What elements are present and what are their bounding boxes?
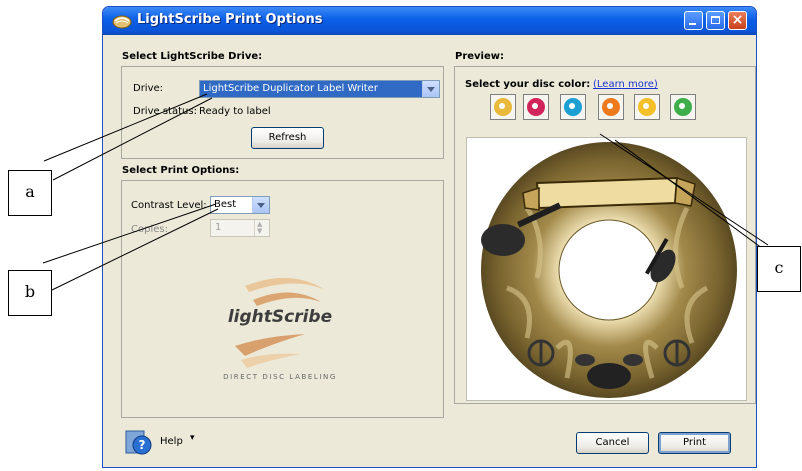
minimize-button[interactable] bbox=[684, 11, 703, 30]
disc-preview-area bbox=[466, 137, 747, 401]
disc-icon bbox=[602, 98, 620, 116]
callout-b: b bbox=[8, 270, 52, 316]
drive-label: Drive: bbox=[133, 83, 164, 94]
contrast-level-value: Best bbox=[214, 199, 237, 210]
maximize-icon bbox=[711, 16, 720, 24]
disc-color-label: Select your disc color: bbox=[465, 79, 591, 90]
close-icon: × bbox=[731, 12, 744, 28]
disc-preview-image bbox=[481, 142, 737, 398]
callout-c: c bbox=[757, 246, 801, 292]
disc-color-orange[interactable] bbox=[598, 94, 624, 120]
dropdown-arrow-icon[interactable]: ▾ bbox=[190, 433, 195, 443]
arrow-down-icon[interactable]: ▼ bbox=[257, 228, 262, 235]
chevron-down-icon[interactable] bbox=[252, 197, 269, 213]
disc-icon bbox=[527, 98, 545, 116]
help-icon[interactable]: ? bbox=[124, 428, 154, 456]
chevron-down-icon[interactable] bbox=[422, 81, 439, 97]
disc-center-hole bbox=[558, 219, 660, 321]
maximize-button[interactable] bbox=[706, 11, 725, 30]
stepper-arrows[interactable]: ▲ ▼ bbox=[254, 220, 269, 236]
callout-a: a bbox=[8, 170, 52, 216]
disc-icon bbox=[674, 98, 692, 116]
learn-more-link[interactable]: (Learn more) bbox=[593, 79, 658, 90]
disc-color-blue[interactable] bbox=[560, 94, 586, 120]
preview-heading: Preview: bbox=[455, 51, 505, 62]
window-title: LightScribe Print Options bbox=[137, 12, 323, 27]
disc-color-green[interactable] bbox=[670, 94, 696, 120]
drive-section-heading: Select LightScribe Drive: bbox=[122, 51, 263, 62]
copies-value: 1 bbox=[215, 222, 222, 233]
disc-icon bbox=[564, 98, 582, 116]
drive-select[interactable]: LightScribe Duplicator Label Writer bbox=[199, 80, 440, 98]
title-bar[interactable]: LightScribe Print Options × bbox=[103, 7, 756, 35]
drive-status-value: Ready to label bbox=[199, 106, 271, 117]
disc-color-yellow[interactable] bbox=[634, 94, 660, 120]
copies-stepper[interactable]: 1 ▲ ▼ bbox=[210, 219, 270, 237]
print-options-heading: Select Print Options: bbox=[122, 165, 240, 176]
disc-color-magenta[interactable] bbox=[523, 94, 549, 120]
copies-label: Copies: bbox=[131, 224, 168, 235]
drive-select-value: LightScribe Duplicator Label Writer bbox=[200, 81, 424, 97]
svg-text:?: ? bbox=[139, 438, 146, 452]
close-button[interactable]: × bbox=[728, 11, 747, 30]
disc-icon bbox=[494, 98, 512, 116]
contrast-level-label: Contrast Level: bbox=[131, 200, 207, 211]
drive-status-label: Drive status: bbox=[133, 106, 197, 117]
minimize-icon bbox=[689, 23, 696, 25]
lightscribe-logo: lightScribe DIRECT DISC LABELING bbox=[205, 262, 355, 392]
lightscribe-tagline: DIRECT DISC LABELING bbox=[223, 373, 337, 381]
refresh-button[interactable]: Refresh bbox=[251, 127, 324, 149]
lightscribe-app-icon bbox=[112, 15, 132, 29]
print-button[interactable]: Print bbox=[658, 432, 731, 454]
disc-color-gold[interactable] bbox=[490, 94, 516, 120]
help-menu-label[interactable]: Help bbox=[160, 436, 183, 447]
cancel-button[interactable]: Cancel bbox=[576, 432, 649, 454]
contrast-level-select[interactable]: Best bbox=[210, 196, 270, 214]
disc-icon bbox=[638, 98, 656, 116]
lightscribe-logo-text: lightScribe bbox=[227, 307, 333, 327]
